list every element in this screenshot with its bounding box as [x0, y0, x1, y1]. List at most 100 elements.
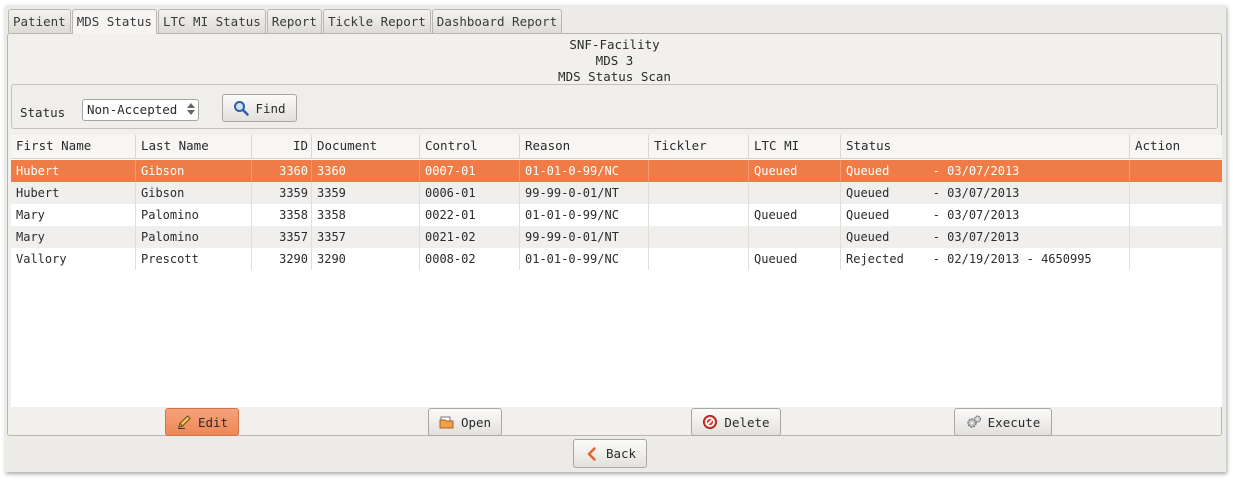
column-header-control[interactable]: Control — [419, 135, 519, 159]
gears-icon — [966, 414, 982, 430]
cell-reason: 01-01-0-99/NC — [519, 204, 648, 226]
tab-dashboard-report[interactable]: Dashboard Report — [431, 9, 563, 33]
tab-patient[interactable]: Patient — [8, 9, 71, 33]
cell-first-name: Vallory — [16, 252, 67, 266]
cell-status: Rejected - 02/19/2013 - 4650995 — [840, 248, 1129, 270]
cell-control: 0021-02 — [419, 226, 519, 248]
cell-document: 3358 — [311, 204, 419, 226]
column-header-action[interactable]: Action — [1129, 135, 1222, 159]
cell-control: 0007-01 — [419, 160, 519, 182]
cell-document: 3360 — [311, 160, 419, 182]
open-button[interactable]: Open — [428, 408, 502, 436]
cell-status: Queued - 03/07/2013 — [840, 204, 1129, 226]
cell-status: Queued - 03/07/2013 — [840, 160, 1129, 182]
magnifier-icon — [233, 100, 250, 116]
folder-icon — [439, 414, 455, 430]
cell-document: 3290 — [311, 248, 419, 270]
no-entry-icon — [702, 414, 718, 430]
column-header-reason[interactable]: Reason — [519, 135, 648, 159]
cell-first-name: Hubert — [16, 186, 60, 200]
column-header-id[interactable]: ID — [251, 135, 311, 159]
column-header-last-name[interactable]: Last Name — [135, 135, 251, 159]
cell-ltc-mi — [748, 182, 840, 204]
execute-button-label: Execute — [987, 414, 1041, 430]
execute-button[interactable]: Execute — [954, 408, 1052, 436]
cell-tickler — [648, 182, 748, 204]
table-row[interactable]: Hubert Gibson 3359 3359 0006-01 99-99-0-… — [11, 182, 1222, 204]
cell-last-name: Gibson — [135, 160, 251, 182]
table-row[interactable]: Mary Palomino 3358 3358 0022-01 01-01-0-… — [11, 204, 1222, 226]
cell-document: 3359 — [311, 182, 419, 204]
column-header-first-name[interactable]: First Name — [11, 135, 135, 159]
back-button-label: Back — [605, 446, 637, 461]
tab-ltc-mi-status[interactable]: LTC MI Status — [157, 9, 266, 33]
edit-button-label: Edit — [197, 414, 229, 430]
cell-id: 3358 — [251, 204, 311, 226]
column-header-document[interactable]: Document — [311, 135, 419, 159]
mds-status-table: First Name Last Name ID Document Control… — [11, 135, 1222, 407]
tab-report[interactable]: Report — [266, 9, 322, 33]
delete-button[interactable]: Delete — [691, 408, 781, 436]
table-row[interactable]: Hubert Gibson 3360 3360 0007-01 01-01-0-… — [11, 160, 1222, 182]
pencil-icon — [176, 414, 192, 430]
cell-action — [1129, 248, 1222, 270]
open-button-label: Open — [460, 414, 492, 430]
edit-button[interactable]: Edit — [165, 408, 239, 436]
cell-first-name: Mary — [16, 230, 45, 244]
cell-last-name: Gibson — [135, 182, 251, 204]
column-header-tickler[interactable]: Tickler — [648, 135, 748, 159]
cell-ltc-mi: Queued — [748, 204, 840, 226]
delete-button-label: Delete — [724, 414, 770, 430]
cell-tickler — [648, 204, 748, 226]
cell-reason: 01-01-0-99/NC — [519, 248, 648, 270]
mds-status-panel: SNF-Facility MDS 3 MDS Status Scan Statu… — [7, 33, 1222, 436]
cell-tickler — [648, 160, 748, 182]
cell-control: 0008-02 — [419, 248, 519, 270]
cell-action — [1129, 204, 1222, 226]
cell-action — [1129, 226, 1222, 248]
cell-control: 0006-01 — [419, 182, 519, 204]
cell-first-name: Hubert — [16, 164, 60, 178]
status-select-value: Non-Accepted — [87, 102, 178, 117]
tab-mds-status[interactable]: MDS Status — [71, 9, 157, 34]
cell-first-name: Mary — [16, 208, 45, 222]
cell-last-name: Prescott — [135, 248, 251, 270]
cell-status: Queued - 03/07/2013 — [840, 226, 1129, 248]
action-bar: Edit Open Delete Execute — [8, 407, 1221, 436]
find-button[interactable]: Find — [222, 94, 297, 122]
cell-reason: 99-99-0-01/NT — [519, 182, 648, 204]
cell-control: 0022-01 — [419, 204, 519, 226]
spinner-arrows-icon[interactable] — [187, 103, 196, 117]
page-subtitle: MDS 3 — [595, 53, 634, 68]
table-row[interactable]: Mary Palomino 3357 3357 0021-02 99-99-0-… — [11, 226, 1222, 248]
cell-action — [1129, 182, 1222, 204]
facility-name: SNF-Facility — [569, 37, 660, 52]
cell-tickler — [648, 226, 748, 248]
status-select[interactable]: Non-Accepted — [82, 99, 199, 121]
status-label: Status — [20, 105, 66, 120]
table-row[interactable]: Vallory Prescott 3290 3290 0008-02 01-01… — [11, 248, 1222, 270]
column-header-ltc-mi[interactable]: LTC MI — [748, 135, 840, 159]
cell-id: 3359 — [251, 182, 311, 204]
cell-last-name: Palomino — [135, 226, 251, 248]
cell-document: 3357 — [311, 226, 419, 248]
cell-id: 3290 — [251, 248, 311, 270]
cell-action — [1129, 160, 1222, 182]
tab-bar: Patient MDS Status LTC MI Status Report … — [8, 9, 563, 34]
cell-status: Queued - 03/07/2013 — [840, 182, 1129, 204]
find-button-label: Find — [255, 100, 286, 116]
cell-ltc-mi: Queued — [748, 160, 840, 182]
cell-ltc-mi: Queued — [748, 248, 840, 270]
cell-reason: 99-99-0-01/NT — [519, 226, 648, 248]
tab-tickle-report[interactable]: Tickle Report — [322, 9, 431, 33]
chevron-left-icon — [584, 446, 600, 462]
page-title: MDS Status Scan — [558, 69, 671, 84]
app-window: Patient MDS Status LTC MI Status Report … — [5, 5, 1226, 472]
cell-id: 3357 — [251, 226, 311, 248]
table-header: First Name Last Name ID Document Control… — [11, 135, 1222, 159]
cell-last-name: Palomino — [135, 204, 251, 226]
back-button[interactable]: Back — [573, 439, 647, 468]
filter-bar: Status Non-Accepted Find — [11, 84, 1218, 129]
cell-tickler — [648, 248, 748, 270]
column-header-status[interactable]: Status — [840, 135, 1129, 159]
